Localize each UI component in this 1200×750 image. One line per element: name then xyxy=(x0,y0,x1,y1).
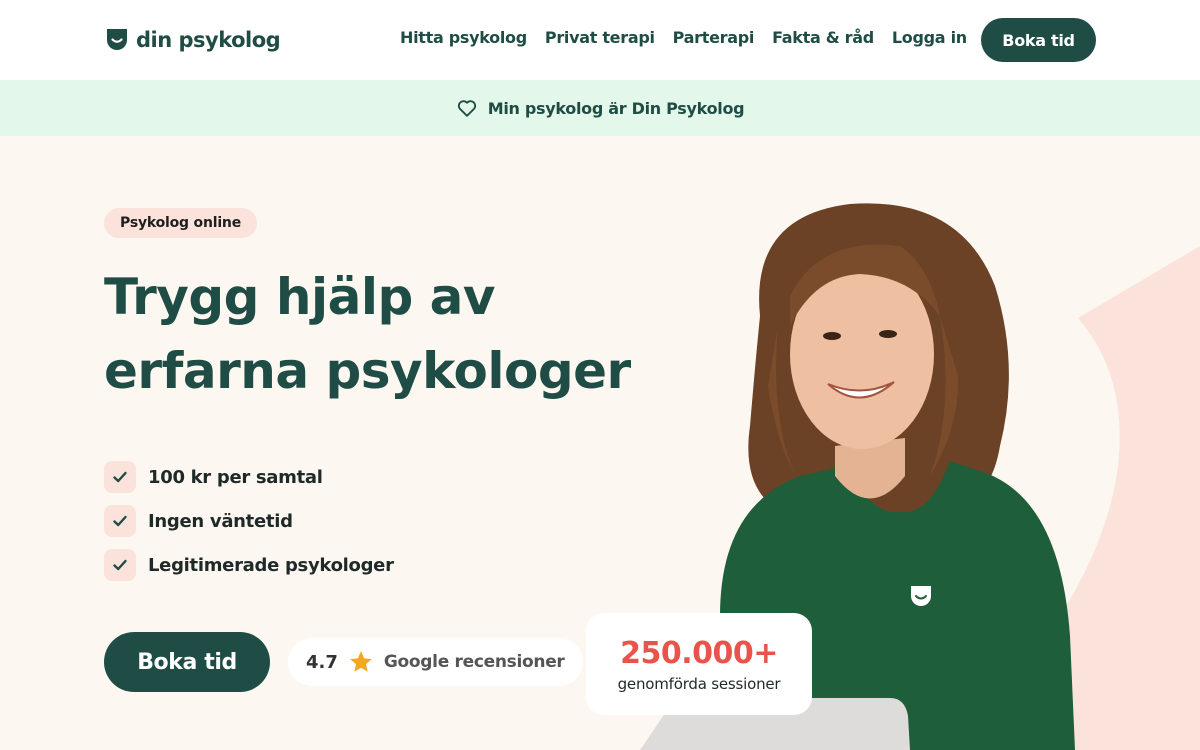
sessions-stats-card: 250.000+ genomförda sessioner xyxy=(586,613,812,715)
nav-parterapi[interactable]: Parterapi xyxy=(673,28,755,47)
hero-section: Psykolog online Trygg hjälp av erfarna p… xyxy=(0,136,1200,750)
banner-text: Min psykolog är Din Psykolog xyxy=(487,98,745,118)
stats-value: 250.000+ xyxy=(620,635,778,671)
hero-book-button[interactable]: Boka tid xyxy=(104,632,270,692)
logo-smile-icon xyxy=(107,29,127,50)
logo-text: din psykolog xyxy=(136,28,281,52)
header-book-button[interactable]: Boka tid xyxy=(981,18,1096,62)
feature-item: Ingen väntetid xyxy=(104,499,394,543)
check-icon xyxy=(104,461,136,493)
feature-text: Legitimerade psykologer xyxy=(148,554,394,576)
google-rating[interactable]: 4.7 Google recensioner xyxy=(288,638,583,686)
nav-privat-terapi[interactable]: Privat terapi xyxy=(545,28,655,47)
rating-label: Google recensioner xyxy=(383,652,565,672)
main-nav: Hitta psykolog Privat terapi Parterapi F… xyxy=(400,28,967,47)
feature-item: Legitimerade psykologer xyxy=(104,543,394,587)
feature-text: Ingen väntetid xyxy=(148,510,293,532)
site-header: din psykolog Hitta psykolog Privat terap… xyxy=(0,0,1200,80)
headline-line-2: erfarna psykologer xyxy=(104,342,631,400)
headline-line-1: Trygg hjälp av xyxy=(104,268,496,326)
nav-logga-in[interactable]: Logga in xyxy=(892,28,967,47)
heart-icon xyxy=(457,100,476,117)
feature-text: 100 kr per samtal xyxy=(148,466,323,488)
nav-hitta-psykolog[interactable]: Hitta psykolog xyxy=(400,28,527,47)
star-icon xyxy=(350,651,372,672)
stats-label: genomförda sessioner xyxy=(617,674,781,693)
feature-list: 100 kr per samtal Ingen väntetid Legitim… xyxy=(104,455,394,587)
nav-fakta-rad[interactable]: Fakta & råd xyxy=(772,28,874,47)
category-badge: Psykolog online xyxy=(104,208,257,238)
check-icon xyxy=(104,549,136,581)
announcement-banner[interactable]: Min psykolog är Din Psykolog xyxy=(0,80,1200,136)
feature-item: 100 kr per samtal xyxy=(104,455,394,499)
rating-score: 4.7 xyxy=(306,651,338,673)
check-icon xyxy=(104,505,136,537)
logo[interactable]: din psykolog xyxy=(104,26,281,54)
hero-headline: Trygg hjälp av erfarna psykologer xyxy=(104,260,664,408)
